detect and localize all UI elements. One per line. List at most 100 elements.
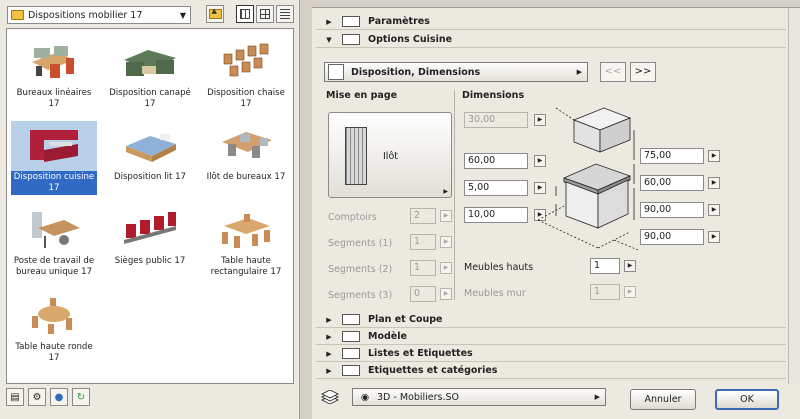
page-select[interactable]: Disposition, Dimensions ▶ — [324, 62, 588, 82]
small-icons-icon — [260, 9, 270, 19]
library-item-ilot-bureaux[interactable]: Ilôt de bureaux 17 — [203, 121, 289, 184]
library-panel: Dispositions mobilier 17 ▼ Bureaux linéa… — [0, 0, 300, 419]
comptoirs-arrow[interactable]: ▶ — [440, 210, 452, 222]
page-select-label: Disposition, Dimensions — [351, 66, 481, 78]
web-library-button[interactable]: ● — [50, 388, 68, 406]
up-folder-button[interactable] — [206, 5, 224, 23]
meubles-hauts-arrow[interactable]: ▶ — [624, 260, 636, 272]
office-island-thumbnail-icon — [203, 121, 289, 171]
triangle-right-icon: ▶ — [326, 332, 332, 341]
library-item-table-haute-ronde[interactable]: Table haute ronde 17 — [11, 291, 97, 365]
base-width-field[interactable]: 90,00 — [640, 229, 704, 245]
segments2-label: Segments (2) — [328, 264, 393, 275]
section-modele[interactable]: ▶ Modèle — [316, 329, 786, 345]
section-parametres[interactable]: ▶ Paramètres — [316, 14, 786, 30]
options-cuisine-pane: Disposition, Dimensions ▶ << >> Mise en … — [316, 50, 786, 308]
upper-depth-field[interactable]: 30,00 — [464, 112, 528, 128]
high-table-thumbnail-icon — [203, 205, 289, 255]
triangle-right-icon: ▶ — [594, 393, 600, 401]
counter-depth-field[interactable]: 60,00 — [464, 153, 528, 169]
upper-height-field[interactable]: 75,00 — [640, 148, 704, 164]
section-label: Options Cuisine — [368, 34, 453, 45]
section-options-cuisine[interactable]: ▼ Options Cuisine — [316, 32, 786, 48]
chevron-down-icon: ▼ — [179, 10, 187, 20]
library-item-disposition-lit[interactable]: Disposition lit 17 — [107, 121, 193, 184]
library-toolbar: ▤ ⚙ ● ↻ — [6, 388, 90, 410]
library-item-label: Bureaux linéaires 17 — [16, 88, 92, 109]
triangle-right-icon: ▶ — [326, 349, 332, 358]
segments3-arrow[interactable]: ▶ — [440, 288, 452, 300]
upper-elevation-field[interactable]: 60,00 — [640, 175, 704, 191]
view-list-button[interactable] — [276, 5, 294, 23]
library-item-disposition-canape[interactable]: Disposition canapé 17 — [107, 37, 193, 111]
upper-elevation-arrow[interactable]: ▶ — [708, 177, 720, 189]
library-item-bureaux-lineaires[interactable]: Bureaux linéaires 17 — [11, 37, 97, 111]
list-view-icon — [280, 9, 290, 19]
kitchen-thumbnail-icon — [11, 121, 97, 171]
base-height-arrow[interactable]: ▶ — [708, 204, 720, 216]
counter-thickness-field[interactable]: 5,00 — [464, 180, 528, 196]
plinth-height-field[interactable]: 10,00 — [464, 207, 528, 223]
triangle-down-icon: ▼ — [326, 35, 332, 44]
reload-library-button[interactable]: ↻ — [72, 388, 90, 406]
labels-icon — [342, 365, 360, 376]
section-label: Etiquettes et catégories — [368, 365, 498, 376]
public-seats-thumbnail-icon — [107, 205, 193, 255]
section-label: Modèle — [368, 331, 407, 342]
segments1-arrow[interactable]: ▶ — [440, 236, 452, 248]
segments2-field[interactable]: 1 — [410, 260, 436, 276]
view-large-icons-button[interactable] — [236, 5, 254, 23]
top-strip — [312, 0, 800, 8]
layout-icon — [328, 64, 344, 80]
mise-en-page-heading: Mise en page — [326, 90, 398, 101]
next-page-button[interactable]: >> — [630, 62, 656, 82]
cancel-button[interactable]: Annuler — [630, 389, 696, 410]
library-item-sieges-public[interactable]: Sièges public 17 — [107, 205, 193, 268]
refresh-icon: ↻ — [76, 391, 86, 403]
kitchen-options-icon — [342, 34, 360, 45]
upper-height-arrow[interactable]: ▶ — [708, 150, 720, 162]
cabinet-diagram — [537, 107, 639, 250]
library-item-disposition-chaise[interactable]: Disposition chaise 17 — [203, 37, 289, 111]
segments2-arrow[interactable]: ▶ — [440, 262, 452, 274]
meubles-mur-arrow[interactable]: ▶ — [624, 286, 636, 298]
bed-thumbnail-icon — [107, 121, 193, 171]
library-item-label: Sièges public 17 — [114, 256, 186, 266]
library-item-poste-travail[interactable]: Poste de travail de bureau unique 17 — [11, 205, 97, 279]
library-icon: ▤ — [10, 391, 20, 403]
meubles-mur-field[interactable]: 1 — [590, 284, 620, 300]
ok-button[interactable]: OK — [715, 389, 779, 410]
scrollbar[interactable] — [788, 8, 800, 384]
library-items-grid: Bureaux linéaires 17 Disposition canapé … — [6, 28, 294, 384]
library-item-disposition-cuisine[interactable]: Disposition cuisine 17 — [11, 121, 97, 195]
base-height-field[interactable]: 90,00 — [640, 202, 704, 218]
base-width-arrow[interactable]: ▶ — [708, 231, 720, 243]
view-layer-select[interactable]: ◉ 3D - Mobiliers.SO ▶ — [352, 388, 606, 406]
view-small-icons-button[interactable] — [256, 5, 274, 23]
library-item-table-haute-rect[interactable]: Table haute rectangulaire 17 — [203, 205, 289, 279]
library-folder-select[interactable]: Dispositions mobilier 17 ▼ — [7, 6, 191, 24]
segments1-field[interactable]: 1 — [410, 234, 436, 250]
model-icon — [342, 331, 360, 342]
segments3-field[interactable]: 0 — [410, 286, 436, 302]
section-plan-coupe[interactable]: ▶ Plan et Coupe — [316, 312, 786, 328]
triangle-right-icon: ▶ — [326, 315, 332, 324]
meubles-hauts-field[interactable]: 1 — [590, 258, 620, 274]
dialog-footer: ◉ 3D - Mobiliers.SO ▶ Annuler OK — [312, 384, 800, 419]
section-etiquettes-categories[interactable]: ▶ Etiquettes et catégories — [316, 363, 786, 379]
comptoirs-field[interactable]: 2 — [410, 208, 436, 224]
round-table-thumbnail-icon — [11, 291, 97, 341]
lists-icon — [342, 348, 360, 359]
triangle-right-icon: ▶ — [326, 366, 332, 375]
library-settings-button[interactable]: ⚙ — [28, 388, 46, 406]
dimensions-heading: Dimensions — [462, 90, 525, 101]
library-item-label: Disposition cuisine 17 — [11, 171, 97, 195]
comptoirs-label: Comptoirs — [328, 212, 377, 223]
section-listes-etiquettes[interactable]: ▶ Listes et Etiquettes — [316, 346, 786, 362]
corner-arrow-icon: ▶ — [443, 188, 448, 195]
folder-up-icon — [208, 7, 222, 19]
sofa-thumbnail-icon — [107, 37, 193, 87]
library-manager-button[interactable]: ▤ — [6, 388, 24, 406]
previous-page-button[interactable]: << — [600, 62, 626, 82]
layout-type-button[interactable]: Ilôt ▶ — [328, 112, 452, 198]
